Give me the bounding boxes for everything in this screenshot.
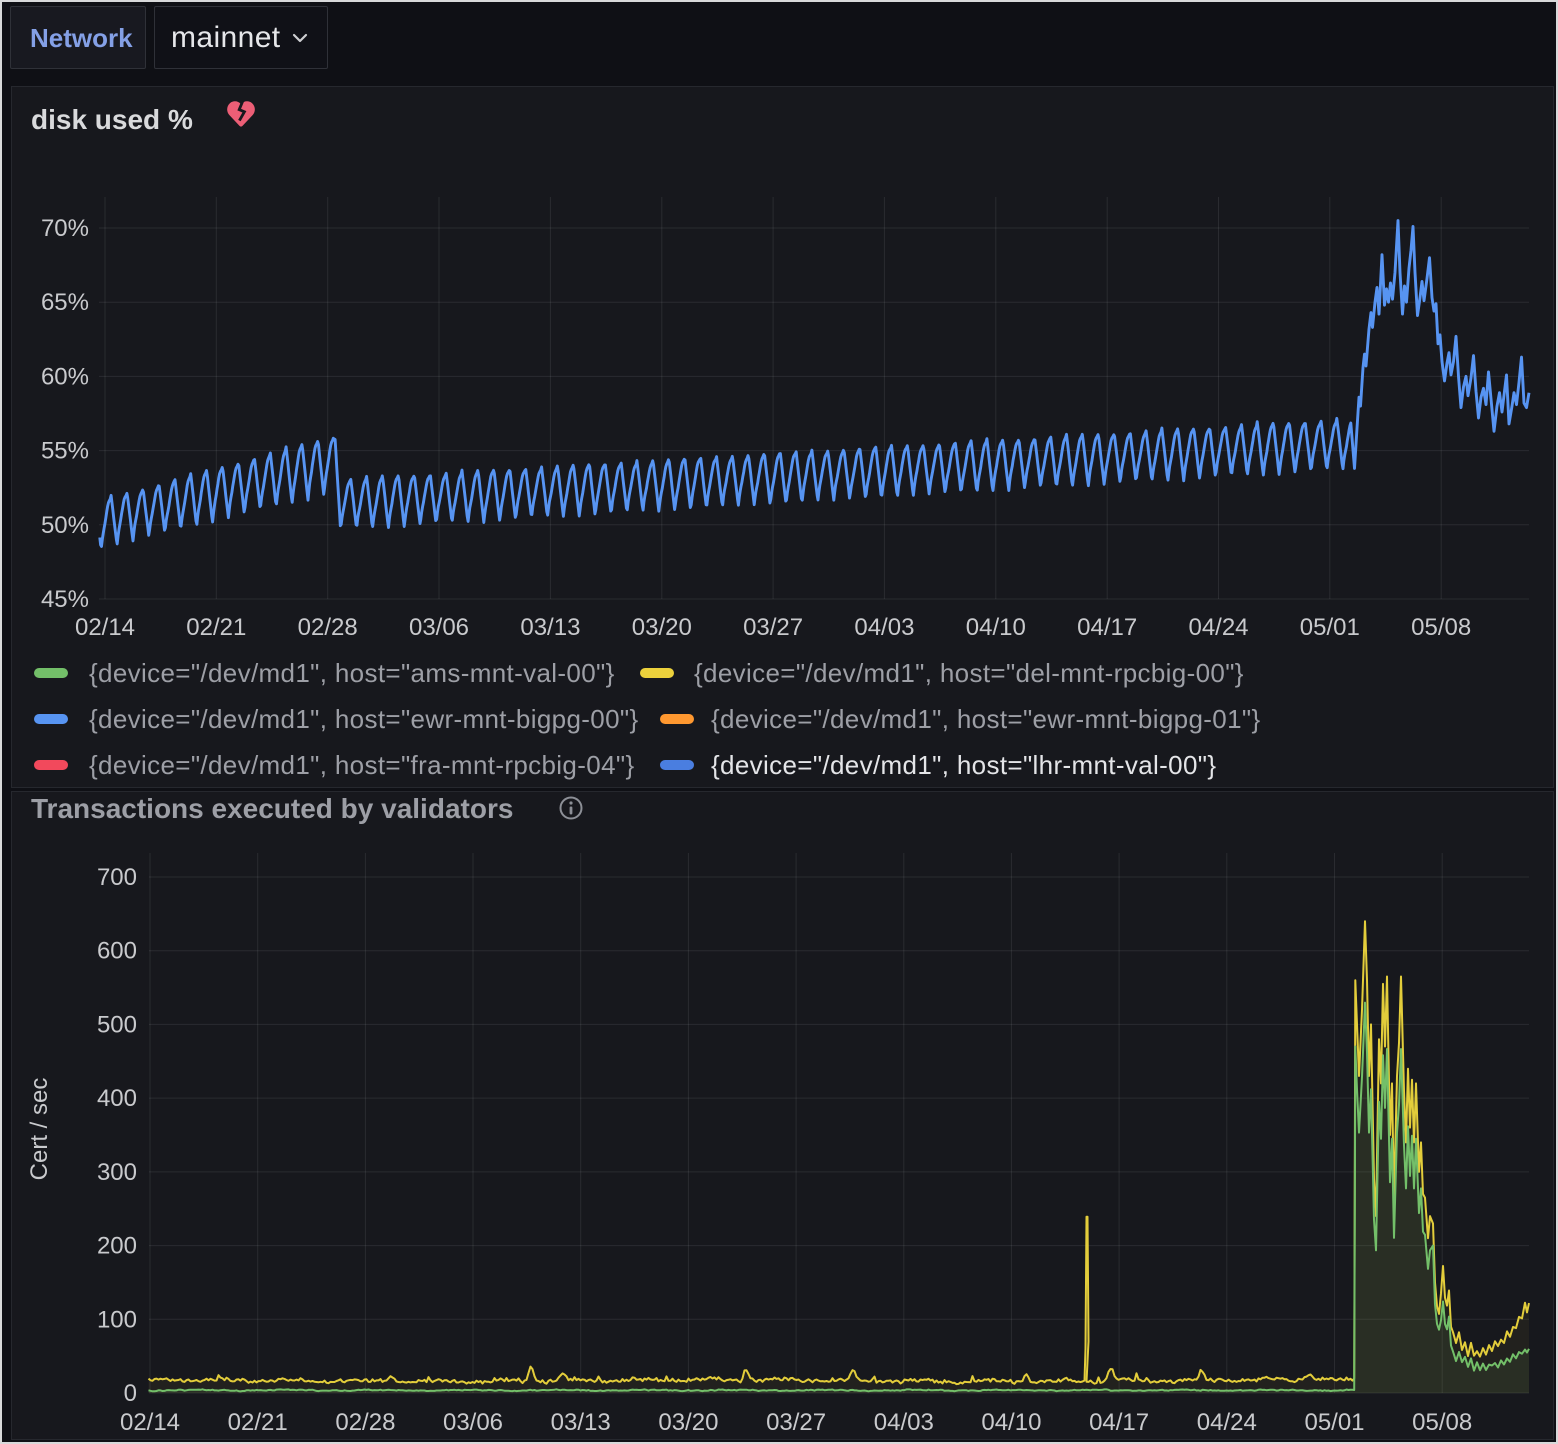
svg-text:03/27: 03/27 xyxy=(743,614,803,641)
svg-text:200: 200 xyxy=(97,1233,137,1260)
svg-text:03/20: 03/20 xyxy=(658,1409,718,1436)
svg-text:04/17: 04/17 xyxy=(1089,1409,1149,1436)
svg-text:45%: 45% xyxy=(41,586,89,613)
svg-text:04/10: 04/10 xyxy=(981,1409,1041,1436)
svg-text:300: 300 xyxy=(97,1159,137,1186)
svg-text:03/20: 03/20 xyxy=(632,614,692,641)
svg-text:55%: 55% xyxy=(41,438,89,465)
svg-text:0: 0 xyxy=(124,1380,137,1407)
svg-text:03/06: 03/06 xyxy=(443,1409,503,1436)
svg-text:400: 400 xyxy=(97,1085,137,1112)
svg-text:04/10: 04/10 xyxy=(966,614,1026,641)
svg-text:02/28: 02/28 xyxy=(335,1409,395,1436)
svg-text:100: 100 xyxy=(97,1306,137,1333)
svg-text:50%: 50% xyxy=(41,512,89,539)
svg-text:05/01: 05/01 xyxy=(1300,614,1360,641)
svg-text:03/13: 03/13 xyxy=(551,1409,611,1436)
svg-text:04/24: 04/24 xyxy=(1188,614,1248,641)
svg-text:70%: 70% xyxy=(41,215,89,242)
svg-text:500: 500 xyxy=(97,1011,137,1038)
svg-text:05/08: 05/08 xyxy=(1411,614,1471,641)
svg-text:700: 700 xyxy=(97,864,137,891)
svg-text:600: 600 xyxy=(97,938,137,965)
svg-text:03/13: 03/13 xyxy=(520,614,580,641)
svg-text:05/01: 05/01 xyxy=(1304,1409,1364,1436)
svg-text:02/14: 02/14 xyxy=(75,614,135,641)
svg-text:02/21: 02/21 xyxy=(186,614,246,641)
svg-text:03/27: 03/27 xyxy=(766,1409,826,1436)
svg-text:05/08: 05/08 xyxy=(1412,1409,1472,1436)
svg-text:60%: 60% xyxy=(41,363,89,390)
svg-text:03/06: 03/06 xyxy=(409,614,469,641)
svg-text:04/03: 04/03 xyxy=(874,1409,934,1436)
svg-text:04/03: 04/03 xyxy=(854,614,914,641)
svg-text:02/14: 02/14 xyxy=(120,1409,180,1436)
svg-text:02/21: 02/21 xyxy=(228,1409,288,1436)
svg-text:04/24: 04/24 xyxy=(1197,1409,1257,1436)
svg-text:Cert / sec: Cert / sec xyxy=(26,1078,53,1181)
svg-text:65%: 65% xyxy=(41,289,89,316)
svg-text:02/28: 02/28 xyxy=(298,614,358,641)
svg-text:04/17: 04/17 xyxy=(1077,614,1137,641)
